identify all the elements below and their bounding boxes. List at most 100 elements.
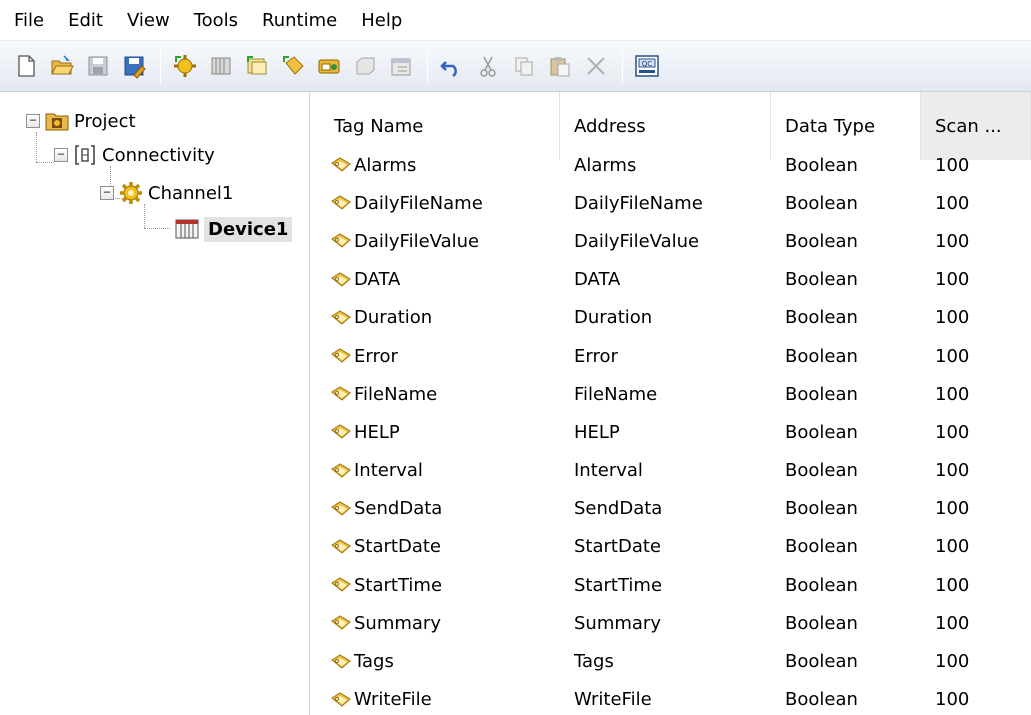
table-row[interactable]: Alarms Alarms Boolean 100 [320, 146, 1031, 184]
cell-scan-rate: 100 [935, 230, 970, 252]
cell-tag-name: StartDate [320, 536, 560, 557]
tag-name-text: Duration [354, 307, 433, 329]
cell-address: FileName [574, 383, 658, 405]
save-as-icon[interactable] [118, 50, 150, 82]
new-tag-group-icon[interactable] [241, 50, 273, 82]
project-tree: − Project − Connectivity − Channel1 Devi… [0, 92, 310, 715]
tree-item-channel[interactable]: − Channel1 [100, 176, 233, 210]
table-row[interactable]: Summary Summary Boolean 100 [320, 604, 1031, 642]
table-row[interactable]: DATA DATA Boolean 100 [320, 261, 1031, 299]
tag-icon [331, 577, 351, 592]
cell-data-type: Boolean [785, 307, 858, 329]
tag-name-text: DATA [354, 269, 401, 291]
menu-runtime[interactable]: Runtime [260, 8, 339, 33]
table-row[interactable]: StartTime StartTime Boolean 100 [320, 566, 1031, 604]
cell-data-type: Boolean [785, 460, 858, 482]
cell-data-type: Boolean [785, 574, 858, 596]
table-row[interactable]: Error Error Boolean 100 [320, 337, 1031, 375]
table-row[interactable]: Interval Interval Boolean 100 [320, 452, 1031, 490]
new-device-icon[interactable] [205, 50, 237, 82]
tree-label-project: Project [74, 110, 136, 132]
menu-view[interactable]: View [125, 8, 172, 33]
cut-icon[interactable] [472, 50, 504, 82]
collapse-icon[interactable]: − [26, 114, 40, 128]
cell-data-type: Boolean [785, 651, 858, 673]
menu-help[interactable]: Help [359, 8, 404, 33]
tag-icon [331, 157, 351, 172]
table-row[interactable]: HELP HELP Boolean 100 [320, 413, 1031, 451]
cell-tag-name: Summary [320, 613, 560, 634]
cell-tag-name: DailyFileName [320, 193, 560, 214]
menu-file[interactable]: File [12, 8, 46, 33]
tag-table: Tag Name Address Data Type Scan ... Alar… [320, 92, 1031, 715]
cell-data-type: Boolean [785, 230, 858, 252]
tag-icon [331, 501, 351, 516]
cell-scan-rate: 100 [935, 421, 970, 443]
cell-address: Alarms [574, 154, 637, 176]
cell-scan-rate: 100 [935, 574, 970, 596]
delete-icon[interactable] [580, 50, 612, 82]
table-row[interactable]: DailyFileName DailyFileName Boolean 100 [320, 184, 1031, 222]
table-row[interactable]: StartDate StartDate Boolean 100 [320, 528, 1031, 566]
tag-name-text: Summary [354, 612, 441, 634]
paste-icon[interactable] [544, 50, 576, 82]
cell-scan-rate: 100 [935, 383, 970, 405]
new-tag-icon[interactable] [277, 50, 309, 82]
tree-label-connectivity: Connectivity [102, 144, 215, 166]
cell-tag-name: HELP [320, 422, 560, 443]
properties-icon[interactable] [385, 50, 417, 82]
tag-icon [331, 310, 351, 325]
open-icon[interactable] [46, 50, 78, 82]
tag-icon [331, 653, 351, 669]
cell-scan-rate: 100 [935, 192, 970, 214]
tag-name-text: StartDate [354, 536, 441, 558]
tag-name-text: FileName [354, 383, 438, 405]
tag-icon [331, 386, 351, 401]
tag-name-text: SendData [354, 498, 443, 520]
menu-tools[interactable]: Tools [192, 8, 240, 33]
undo-icon[interactable] [436, 50, 468, 82]
table-row[interactable]: WriteFile WriteFile Boolean 100 [320, 681, 1031, 715]
cell-tag-name: Interval [320, 460, 560, 481]
cell-scan-rate: 100 [935, 460, 970, 482]
cell-address: StartDate [574, 536, 661, 558]
cell-tag-name: SendData [320, 498, 560, 519]
tree-label-device: Device1 [204, 216, 293, 242]
table-row[interactable]: SendData SendData Boolean 100 [320, 490, 1031, 528]
save-icon[interactable] [82, 50, 114, 82]
table-row[interactable]: Duration Duration Boolean 100 [320, 299, 1031, 337]
table-row[interactable]: FileName FileName Boolean 100 [320, 375, 1031, 413]
cell-scan-rate: 100 [935, 269, 970, 291]
tag-icon [331, 539, 351, 554]
cell-scan-rate: 100 [935, 689, 970, 711]
cell-address: Summary [574, 612, 661, 634]
new-channel-icon[interactable] [169, 50, 201, 82]
quick-client-label: QC [642, 60, 653, 68]
cell-data-type: Boolean [785, 154, 858, 176]
cell-address: Error [574, 345, 618, 367]
cell-address: HELP [574, 421, 620, 443]
tag-icon [331, 348, 351, 363]
tree-item-connectivity[interactable]: − Connectivity [54, 138, 215, 172]
bulk-tag-icon[interactable] [313, 50, 345, 82]
cell-tag-name: DATA [320, 269, 560, 290]
toolbar-separator [427, 48, 428, 84]
cell-data-type: Boolean [785, 612, 858, 634]
tag-name-text: Error [354, 345, 398, 367]
new-icon[interactable] [10, 50, 42, 82]
table-body: Alarms Alarms Boolean 100 DailyFileName Daily… [320, 146, 1031, 715]
table-row[interactable]: Tags Tags Boolean 100 [320, 642, 1031, 680]
cell-address: SendData [574, 498, 663, 520]
table-row[interactable]: DailyFileValue DailyFileValue Boolean 100 [320, 222, 1031, 260]
cell-data-type: Boolean [785, 689, 858, 711]
copy-icon[interactable] [508, 50, 540, 82]
tag-icon [331, 692, 351, 707]
collapse-icon[interactable]: − [54, 148, 68, 162]
tree-item-project[interactable]: − Project [26, 104, 136, 138]
cell-address: DATA [574, 269, 621, 291]
quick-client-icon[interactable]: QC [631, 50, 663, 82]
duplicate-icon[interactable] [349, 50, 381, 82]
menu-edit[interactable]: Edit [66, 8, 105, 33]
collapse-icon[interactable]: − [100, 186, 114, 200]
tree-item-device[interactable]: Device1 [170, 212, 293, 246]
